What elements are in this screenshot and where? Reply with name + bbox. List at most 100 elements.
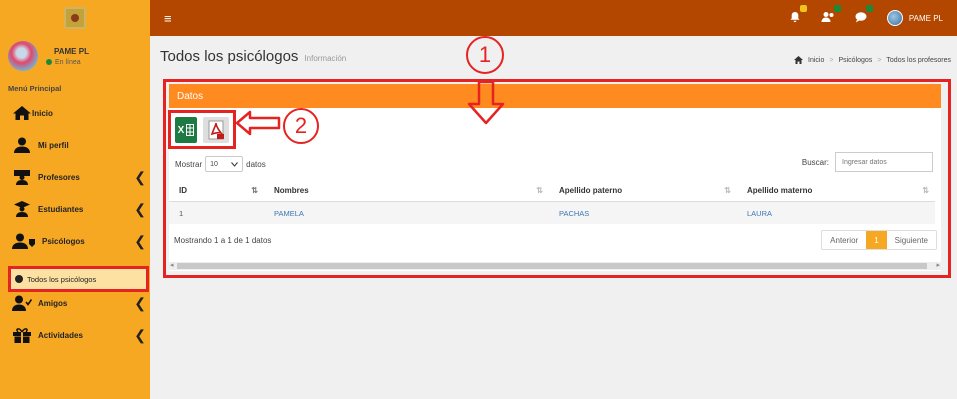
chevron-left-icon: ❮ bbox=[134, 232, 146, 249]
scrollbar-thumb[interactable] bbox=[177, 263, 927, 269]
home-icon bbox=[794, 56, 804, 64]
cell-apellido-materno: LAURA bbox=[747, 208, 773, 218]
sort-icon: ⇅ bbox=[536, 186, 543, 195]
annotation-1: 1 bbox=[466, 36, 504, 74]
topbar: ≡ PAME PL bbox=[0, 0, 957, 36]
chevron-down-icon bbox=[231, 161, 239, 167]
sidebar-item-inicio[interactable]: Inicio bbox=[0, 97, 150, 129]
circle-icon bbox=[15, 275, 23, 283]
cell-nombres: PAMELA bbox=[274, 208, 304, 218]
export-excel-button[interactable]: X bbox=[175, 117, 197, 143]
navbar-user-name: PAME PL bbox=[908, 13, 943, 23]
chevron-left-icon: ❮ bbox=[134, 294, 146, 311]
content: Todos los psicólogos Información Inicio … bbox=[150, 36, 957, 399]
records-label: datos bbox=[246, 159, 266, 169]
psychologist-icon bbox=[12, 233, 36, 249]
sidebar-item-label: Inicio bbox=[32, 108, 53, 118]
scroll-right-icon[interactable]: ▸ bbox=[936, 261, 940, 269]
navbar: ≡ PAME PL bbox=[150, 0, 957, 36]
sidebar-item-amigos[interactable]: Amigos ❮ bbox=[0, 287, 150, 319]
friend-requests-badge bbox=[833, 4, 841, 12]
user-status-label: En línea bbox=[55, 58, 81, 66]
user-menu[interactable]: PAME PL bbox=[886, 10, 943, 26]
search-label: Buscar: bbox=[801, 157, 829, 167]
notifications-bell-icon[interactable] bbox=[789, 4, 807, 26]
nav-right: PAME PL bbox=[789, 0, 943, 36]
user-icon bbox=[12, 137, 32, 153]
search-input[interactable] bbox=[835, 152, 933, 172]
chevron-left-icon: ❮ bbox=[134, 326, 146, 343]
breadcrumb-separator: > bbox=[829, 56, 834, 64]
show-label: Mostrar bbox=[175, 159, 203, 169]
table-header: ID ⇅ Nombres ⇅ Apellido paterno ⇅ Apellido … bbox=[169, 180, 935, 202]
avatar bbox=[8, 41, 38, 71]
sidebar-item-label: Actividades bbox=[38, 330, 83, 340]
sidebar: PAME PL En línea Menú Principal Inicio M… bbox=[0, 36, 150, 399]
sort-icon: ⇅ bbox=[251, 186, 258, 195]
app: ≡ PAME PL PAME PL En línea Menú Principa… bbox=[0, 0, 957, 399]
table-row[interactable]: 1 PAMELA PACHAS LAURA bbox=[169, 202, 935, 224]
home-icon bbox=[12, 105, 32, 121]
sidebar-item-estudiantes[interactable]: Estudiantes ❮ bbox=[0, 193, 150, 225]
sidebar-item-profesores[interactable]: Profesores ❮ bbox=[0, 161, 150, 193]
column-header-apellido-paterno[interactable]: Apellido paterno ⇅ bbox=[549, 186, 737, 195]
search-control: Buscar: bbox=[802, 152, 933, 172]
gift-icon bbox=[12, 327, 32, 343]
arrow-down-icon bbox=[467, 80, 505, 125]
sidebar-item-label: Amigos bbox=[38, 298, 68, 308]
sidebar-item-label: Profesores bbox=[38, 172, 80, 182]
column-header-apellido-materno[interactable]: Apellido materno ⇅ bbox=[737, 186, 935, 195]
cell-apellido-paterno: PACHAS bbox=[559, 208, 590, 218]
professor-icon bbox=[12, 169, 32, 185]
horizontal-scrollbar[interactable]: ◂ ▸ bbox=[169, 262, 941, 270]
page-length-select[interactable]: 10 bbox=[205, 156, 244, 172]
sort-icon: ⇅ bbox=[922, 186, 929, 195]
logo-area[interactable] bbox=[0, 0, 150, 36]
notification-badge bbox=[799, 4, 807, 12]
chevron-left-icon: ❮ bbox=[134, 168, 146, 185]
avatar-small bbox=[886, 10, 903, 26]
pagination-next[interactable]: Siguiente bbox=[887, 231, 936, 249]
friend-requests-icon[interactable] bbox=[821, 4, 841, 26]
breadcrumb: Inicio > Psicólogos > Todos los profesor… bbox=[794, 56, 951, 64]
sidebar-user-panel: PAME PL En línea bbox=[0, 36, 150, 76]
pagination-page-1[interactable]: 1 bbox=[866, 231, 887, 249]
column-header-nombres[interactable]: Nombres ⇅ bbox=[264, 186, 549, 195]
annotation-2: 2 bbox=[283, 108, 319, 144]
scroll-left-icon[interactable]: ◂ bbox=[170, 261, 174, 269]
messages-icon[interactable] bbox=[855, 4, 873, 26]
sidebar-item-actividades[interactable]: Actividades ❮ bbox=[0, 319, 150, 351]
menu-toggle-icon[interactable]: ≡ bbox=[164, 11, 172, 26]
table-info: Mostrando 1 a 1 de 1 datos bbox=[174, 236, 272, 245]
messages-badge bbox=[865, 4, 873, 12]
logo bbox=[64, 7, 86, 29]
column-header-id[interactable]: ID ⇅ bbox=[169, 186, 264, 195]
page-length-value: 10 bbox=[210, 160, 218, 168]
online-dot-icon bbox=[46, 59, 52, 65]
sidebar-item-label: Mi perfil bbox=[38, 140, 69, 150]
menu-header: Menú Principal bbox=[8, 84, 62, 93]
pagination-previous[interactable]: Anterior bbox=[822, 231, 866, 249]
excel-icon: X bbox=[177, 124, 185, 136]
page-title: Todos los psicólogos bbox=[160, 47, 299, 65]
sidebar-item-mi-perfil[interactable]: Mi perfil bbox=[0, 129, 150, 161]
sidebar-subitem-label: Todos los psicólogos bbox=[27, 274, 97, 284]
breadcrumb-separator: > bbox=[877, 56, 882, 64]
length-control: Mostrar 10 datos bbox=[175, 156, 266, 172]
table-controls: Mostrar 10 datos Buscar: bbox=[175, 152, 935, 172]
pdf-icon bbox=[208, 120, 224, 140]
sidebar-user-name: PAME PL bbox=[54, 46, 89, 56]
panel-header: Datos bbox=[169, 84, 941, 108]
sidebar-item-psicologos[interactable]: Psicólogos ❮ bbox=[0, 225, 150, 257]
export-pdf-button[interactable] bbox=[203, 117, 229, 143]
sidebar-item-label: Psicólogos bbox=[42, 236, 85, 246]
breadcrumb-psicologos[interactable]: Psicólogos bbox=[838, 57, 872, 64]
page-subtitle: Información bbox=[304, 53, 347, 63]
friends-icon bbox=[12, 295, 32, 311]
pagination: Anterior 1 Siguiente bbox=[821, 230, 937, 250]
excel-sheet-icon bbox=[186, 124, 195, 136]
cell-id: 1 bbox=[179, 208, 184, 218]
breadcrumb-inicio[interactable]: Inicio bbox=[808, 57, 824, 64]
user-status: En línea bbox=[46, 59, 89, 66]
sort-icon: ⇅ bbox=[724, 186, 731, 195]
